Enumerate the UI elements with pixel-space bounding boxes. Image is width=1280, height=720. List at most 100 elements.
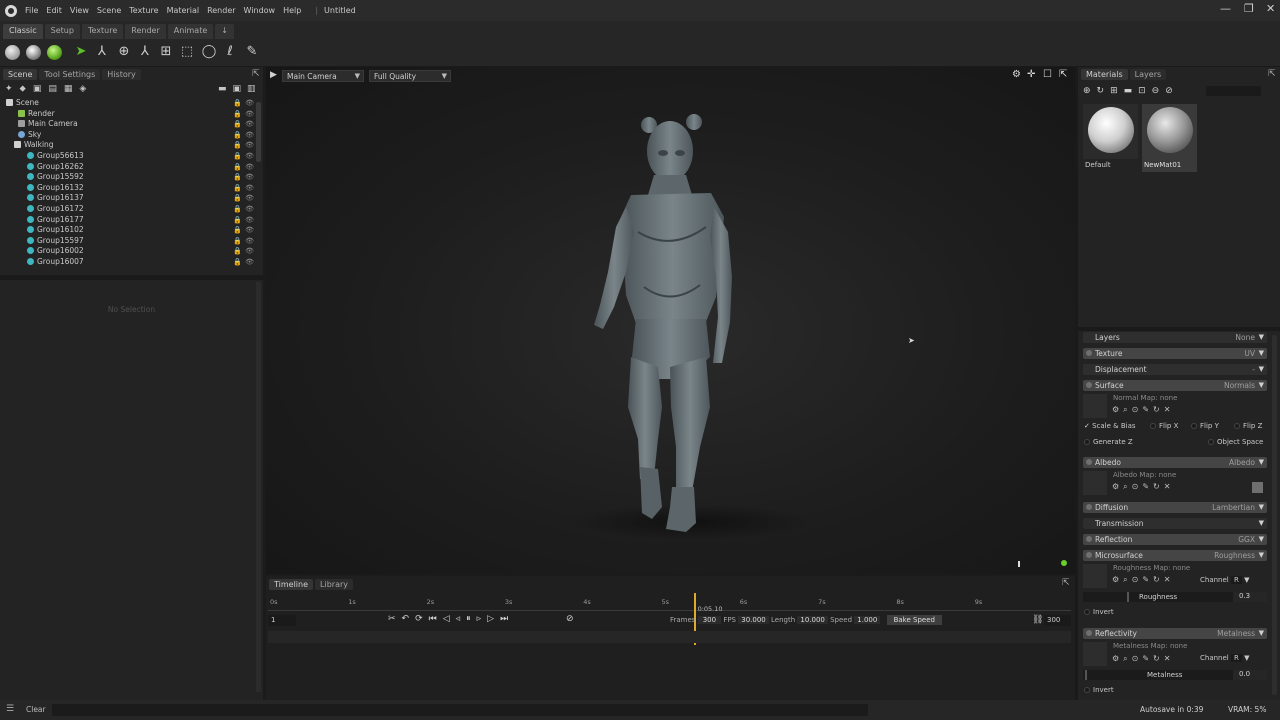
metalness-map-swatch[interactable] xyxy=(1083,642,1107,666)
select-arrow-icon[interactable]: ➤ xyxy=(73,44,89,60)
panel-divider[interactable] xyxy=(0,275,263,280)
tab-animate[interactable]: Animate xyxy=(167,24,214,39)
shading-material-icon[interactable] xyxy=(26,45,41,60)
popout-icon[interactable]: ⇱ xyxy=(1268,69,1276,79)
metalness-channel-select[interactable]: Channel R ▼ xyxy=(1200,654,1249,662)
flip-y-checkbox[interactable]: Flip Y xyxy=(1191,422,1219,430)
tab-layers[interactable]: Layers xyxy=(1129,69,1167,80)
tab-materials[interactable]: Materials xyxy=(1081,69,1128,80)
tab-tool-settings[interactable]: Tool Settings xyxy=(39,69,101,80)
generate-z-checkbox[interactable]: Generate Z xyxy=(1084,438,1133,446)
tree-item-group[interactable]: Group16007 🔒👁 xyxy=(0,257,263,268)
tree-item-group[interactable]: Group16102 🔒👁 xyxy=(0,225,263,236)
tab-more[interactable]: ↓ xyxy=(215,24,234,39)
roughness-channel-select[interactable]: Channel R ▼ xyxy=(1200,576,1249,584)
timeline-ruler[interactable]: 0s 1s 2s 3s 4s 5s 6s 7s 8s 9s 0:05.10 xyxy=(268,593,1071,645)
diffusion-section[interactable]: Diffusion Lambertian ▼ xyxy=(1083,502,1267,513)
list-icon[interactable]: ☰ xyxy=(6,704,14,714)
menu-material[interactable]: Material xyxy=(167,6,200,15)
albedo-color-swatch[interactable] xyxy=(1252,482,1263,493)
material-thumb-newmat01[interactable]: NewMat01 xyxy=(1142,104,1197,172)
menu-scene[interactable]: Scene xyxy=(97,6,121,15)
tab-texture[interactable]: Texture xyxy=(81,24,124,39)
tab-history[interactable]: History xyxy=(102,69,141,80)
tab-classic[interactable]: Classic xyxy=(3,24,43,39)
keyframe-track[interactable] xyxy=(268,631,1071,643)
tree-item-group[interactable]: Group16172 🔒👁 xyxy=(0,204,263,215)
normal-map-swatch[interactable] xyxy=(1083,394,1107,418)
object-space-checkbox[interactable]: Object Space xyxy=(1208,438,1263,446)
reflectivity-section[interactable]: Reflectivity Metalness ▼ xyxy=(1083,628,1267,639)
tree-item-group[interactable]: Group16137 🔒👁 xyxy=(0,193,263,204)
console-field[interactable] xyxy=(52,704,868,716)
tree-item-scene[interactable]: Scene 🔒👁 xyxy=(0,98,263,109)
roughness-map-tools-icons[interactable]: ⚙⌕⊙✎↻✕ xyxy=(1112,575,1174,585)
menu-help[interactable]: Help xyxy=(283,6,301,15)
menu-render[interactable]: Render xyxy=(207,6,235,15)
loop-icon[interactable]: ⊘ xyxy=(566,614,574,624)
maximize-button[interactable]: ❐ xyxy=(1244,2,1254,15)
scale-tool-icon[interactable]: ⅄ xyxy=(137,44,153,60)
tree-item-main-camera[interactable]: Main Camera 🔒👁 xyxy=(0,119,263,130)
flip-x-checkbox[interactable]: Flip X xyxy=(1150,422,1178,430)
popout-icon[interactable]: ⇱ xyxy=(252,69,260,79)
move-tool-icon[interactable]: ⅄ xyxy=(94,44,110,60)
metalness-invert-checkbox[interactable]: Invert xyxy=(1084,686,1114,694)
menu-view[interactable]: View xyxy=(70,6,89,15)
frame-field[interactable]: 1 xyxy=(268,615,296,626)
tab-setup[interactable]: Setup xyxy=(44,24,80,39)
tab-timeline[interactable]: Timeline xyxy=(269,578,314,590)
box-select-icon[interactable]: ⬚ xyxy=(179,44,195,60)
scene-add-icons[interactable]: ✦⬥▣▤▦◈ xyxy=(5,84,93,94)
material-toolbar-icons[interactable]: ⊕↻⊞▬⊡⊖⊘ xyxy=(1083,86,1179,96)
tree-item-group[interactable]: Group15592 🔒👁 xyxy=(0,172,263,183)
tree-item-walking[interactable]: Walking 🔒👁 xyxy=(0,140,263,151)
tree-item-group[interactable]: Group16177 🔒👁 xyxy=(0,215,263,226)
albedo-map-tools-icons[interactable]: ⚙⌕⊙✎↻✕ xyxy=(1112,482,1174,492)
paint-select-icon[interactable]: ✎ xyxy=(244,44,260,60)
normal-map-tools-icons[interactable]: ⚙⌕⊙✎↻✕ xyxy=(1112,405,1174,415)
tab-library[interactable]: Library xyxy=(315,578,353,590)
fps-field[interactable]: 30.000 xyxy=(738,616,769,624)
tree-item-group[interactable]: Group16132 🔒👁 xyxy=(0,183,263,194)
roughness-invert-checkbox[interactable]: Invert xyxy=(1084,608,1114,616)
materials-divider[interactable] xyxy=(1078,327,1280,331)
transform-tool-icon[interactable]: ⊞ xyxy=(158,44,174,60)
circle-select-icon[interactable]: ◯ xyxy=(201,44,217,60)
albedo-map-swatch[interactable] xyxy=(1083,471,1107,495)
menu-edit[interactable]: Edit xyxy=(46,6,62,15)
scene-folder-icons[interactable]: ▬▣▥ xyxy=(218,84,262,94)
viewport[interactable]: ▶ Main Camera ▼ Full Quality ▼ ⚙ ✛ ☐ ⇱ ➤ xyxy=(266,67,1075,574)
tab-render[interactable]: Render xyxy=(125,24,166,39)
properties-scrollbar[interactable] xyxy=(256,282,261,692)
tree-item-group[interactable]: Group56613 🔒👁 xyxy=(0,151,263,162)
tree-item-render[interactable]: Render 🔒👁 xyxy=(0,109,263,120)
transmission-row[interactable]: Transmission ▼ xyxy=(1083,518,1267,529)
length-field[interactable]: 10.000 xyxy=(797,616,828,624)
close-button[interactable]: ✕ xyxy=(1266,2,1275,15)
displacement-row[interactable]: Displacement - ▼ xyxy=(1083,364,1267,375)
shading-render-icon[interactable] xyxy=(47,45,62,60)
popout-icon[interactable]: ⇱ xyxy=(1062,578,1070,588)
lasso-select-icon[interactable]: ℓ xyxy=(222,44,238,60)
link-icon[interactable]: ⛓ xyxy=(1032,615,1043,625)
tree-scrollbar[interactable] xyxy=(256,102,261,162)
flip-z-checkbox[interactable]: Flip Z xyxy=(1234,422,1262,430)
roughness-map-swatch[interactable] xyxy=(1083,564,1107,588)
albedo-section[interactable]: Albedo Albedo ▼ xyxy=(1083,457,1267,468)
scale-bias-checkbox[interactable]: ✓ Scale & Bias xyxy=(1084,422,1136,430)
metalness-map-tools-icons[interactable]: ⚙⌕⊙✎↻✕ xyxy=(1112,654,1174,664)
tree-item-sky[interactable]: Sky 🔒👁 xyxy=(0,130,263,141)
material-filter-slider[interactable] xyxy=(1206,86,1261,96)
playback-controls-icons[interactable]: ✂↶⟳⏮◁◃⏸▹▷⏭ xyxy=(388,614,514,624)
shading-solid-icon[interactable] xyxy=(5,45,20,60)
layers-row[interactable]: Layers None ▼ xyxy=(1083,332,1267,343)
reflection-section[interactable]: Reflection GGX ▼ xyxy=(1083,534,1267,545)
speed-field[interactable]: 1.000 xyxy=(854,616,881,624)
tree-item-group[interactable]: Group16002 🔒👁 xyxy=(0,246,263,257)
material-thumb-default[interactable]: Default xyxy=(1083,104,1138,169)
roughness-slider[interactable]: Roughness 0.3 xyxy=(1083,592,1267,602)
tree-item-group[interactable]: Group16262 🔒👁 xyxy=(0,162,263,173)
texture-section[interactable]: Texture UV ▼ xyxy=(1083,348,1267,359)
properties-scrollbar[interactable] xyxy=(1272,335,1277,695)
